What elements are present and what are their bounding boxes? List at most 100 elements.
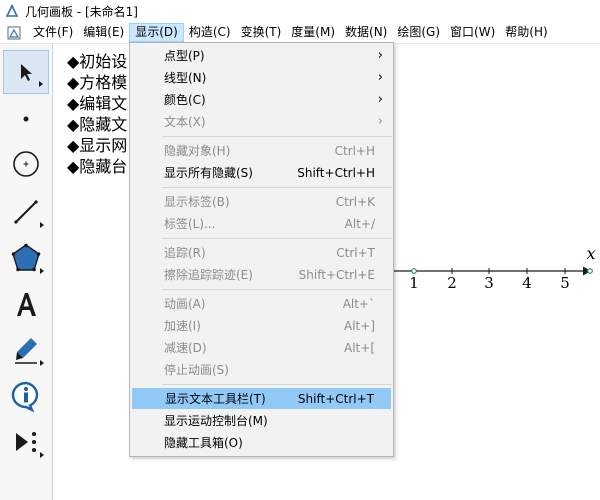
x-tick-label: 4: [522, 274, 532, 292]
text-tool[interactable]: [3, 282, 49, 326]
menu-graph[interactable]: 绘图(G): [392, 23, 445, 42]
unit-point[interactable]: [411, 268, 417, 274]
toolbox: [0, 44, 53, 500]
marker-pen-icon: [15, 338, 37, 364]
menu-item-shortcut: Alt+]: [344, 318, 375, 333]
menu-measure[interactable]: 度量(M): [286, 23, 340, 42]
tool-options-indicator: [40, 268, 44, 274]
axis-end-point[interactable]: [587, 268, 593, 274]
menu-separator: [162, 289, 392, 290]
menu-item-label-edit[interactable]: 标签(L)... Alt+/: [132, 213, 391, 234]
menu-item-label: 减速(D): [164, 341, 207, 355]
app-logo-icon: [5, 4, 19, 18]
menu-item-point-style[interactable]: 点型(P) ›: [132, 45, 391, 66]
menu-construct[interactable]: 构造(C): [184, 23, 236, 42]
menu-item-shortcut: Alt+`: [342, 296, 375, 311]
menu-item-text[interactable]: 文本(X) ›: [132, 111, 391, 132]
menu-item-label: 动画(A): [164, 297, 206, 311]
menu-separator: [162, 384, 392, 385]
menu-item-shortcut: Shift+Ctrl+T: [297, 391, 374, 406]
submenu-arrow-icon: ›: [377, 48, 383, 63]
menu-bar: 文件(F) 编辑(E) 显示(D) 构造(C) 变换(T) 度量(M) 数据(N…: [0, 22, 600, 44]
play-custom-icon: [16, 432, 36, 452]
x-tick-label: 2: [447, 274, 457, 292]
menu-separator: [162, 187, 392, 188]
menu-item-label: 线型(N): [164, 71, 207, 85]
tool-options-indicator: [39, 81, 43, 87]
menu-item-shortcut: Ctrl+H: [334, 143, 375, 158]
menu-item-label: 停止动画(S): [164, 363, 229, 377]
menu-item-label: 点型(P): [164, 49, 205, 63]
menu-item-label: 隐藏对象(H): [164, 144, 231, 158]
submenu-arrow-icon: ›: [377, 70, 383, 85]
menu-item-slow-down[interactable]: 减速(D) Alt+[: [132, 337, 391, 358]
menu-item-show-text-toolbar[interactable]: 显示文本工具栏(T) Shift+Ctrl+T: [132, 388, 391, 409]
menu-transform[interactable]: 变换(T): [236, 23, 287, 42]
menu-item-speed-up[interactable]: 加速(I) Alt+]: [132, 315, 391, 336]
menu-item-label: 追踪(R): [164, 246, 206, 260]
menu-item-label: 隐藏工具箱(O): [164, 436, 243, 450]
menu-item-stop-animation[interactable]: 停止动画(S): [132, 359, 391, 380]
menu-item-label: 显示文本工具栏(T): [165, 392, 266, 406]
menu-help[interactable]: 帮助(H): [500, 23, 552, 42]
submenu-arrow-icon: ›: [377, 114, 383, 129]
menu-item-label: 显示运动控制台(M): [164, 414, 268, 428]
menu-item-erase-traces[interactable]: 擦除追踪踪迹(E) Shift+Ctrl+E: [132, 264, 391, 285]
polygon-icon: [11, 243, 41, 272]
menu-item-shortcut: Alt+[: [344, 340, 375, 355]
x-tick-label: 5: [560, 274, 570, 292]
polygon-tool[interactable]: [3, 236, 49, 280]
menu-item-shortcut: Ctrl+T: [336, 245, 375, 260]
menu-item-animate[interactable]: 动画(A) Alt+`: [132, 293, 391, 314]
title-bar: 几何画板 - [未命名1]: [0, 0, 600, 22]
text-a-icon: [17, 293, 36, 316]
menu-item-trace[interactable]: 追踪(R) Ctrl+T: [132, 242, 391, 263]
menu-item-line-style[interactable]: 线型(N) ›: [132, 67, 391, 88]
menu-item-label: 标签(L)...: [164, 217, 216, 231]
x-tick-label: 1: [409, 274, 419, 292]
display-menu-dropdown: 点型(P) › 线型(N) › 颜色(C) › 文本(X) › 隐藏对象(H) …: [129, 42, 394, 457]
menu-item-hide-objects[interactable]: 隐藏对象(H) Ctrl+H: [132, 140, 391, 161]
arrow-cursor-icon: [21, 64, 32, 81]
menu-item-shortcut: Shift+Ctrl+H: [297, 165, 375, 180]
window-title: 几何画板 - [未命名1]: [25, 4, 138, 19]
tool-options-indicator: [40, 222, 44, 228]
custom-tool[interactable]: [3, 420, 49, 464]
tool-options-indicator: [40, 452, 44, 458]
point-tool[interactable]: [3, 97, 49, 141]
menu-separator: [162, 136, 392, 137]
menu-item-label: 显示所有隐藏(S): [164, 166, 253, 180]
marker-tool[interactable]: [3, 328, 49, 372]
menu-file[interactable]: 文件(F): [28, 23, 78, 42]
point-icon: [23, 116, 29, 122]
menu-item-color[interactable]: 颜色(C) ›: [132, 89, 391, 110]
menu-item-label: 文本(X): [164, 115, 206, 129]
menu-item-shortcut: Shift+Ctrl+E: [298, 267, 375, 282]
x-axis-label: x: [586, 244, 595, 263]
compass-tool[interactable]: [3, 142, 49, 186]
menu-item-show-motion-controller[interactable]: 显示运动控制台(M): [132, 410, 391, 431]
menu-item-shortcut: Alt+/: [344, 216, 375, 231]
menu-item-shortcut: Ctrl+K: [335, 194, 375, 209]
straightedge-icon: [14, 200, 38, 224]
menu-item-show-labels[interactable]: 显示标签(B) Ctrl+K: [132, 191, 391, 212]
arrow-select-tool[interactable]: [3, 50, 49, 94]
menu-item-label: 擦除追踪踪迹(E): [164, 268, 253, 282]
document-icon[interactable]: [6, 25, 22, 41]
submenu-arrow-icon: ›: [377, 92, 383, 107]
x-tick-label: 3: [484, 274, 494, 292]
menu-separator: [162, 238, 392, 239]
line-tool[interactable]: [3, 190, 49, 234]
menu-edit[interactable]: 编辑(E): [78, 23, 129, 42]
menu-item-label: 显示标签(B): [164, 195, 230, 209]
menu-data[interactable]: 数据(N): [340, 23, 392, 42]
menu-window[interactable]: 窗口(W): [445, 23, 500, 42]
tool-options-indicator: [40, 360, 44, 366]
menu-display[interactable]: 显示(D): [129, 23, 184, 42]
menu-item-hide-toolbox[interactable]: 隐藏工具箱(O): [132, 432, 391, 453]
menu-item-label: 加速(I): [164, 319, 201, 333]
menu-item-label: 颜色(C): [164, 93, 206, 107]
menu-item-show-all-hidden[interactable]: 显示所有隐藏(S) Shift+Ctrl+H: [132, 162, 391, 183]
information-tool[interactable]: [3, 374, 49, 418]
circle-compass-icon: [13, 151, 39, 177]
